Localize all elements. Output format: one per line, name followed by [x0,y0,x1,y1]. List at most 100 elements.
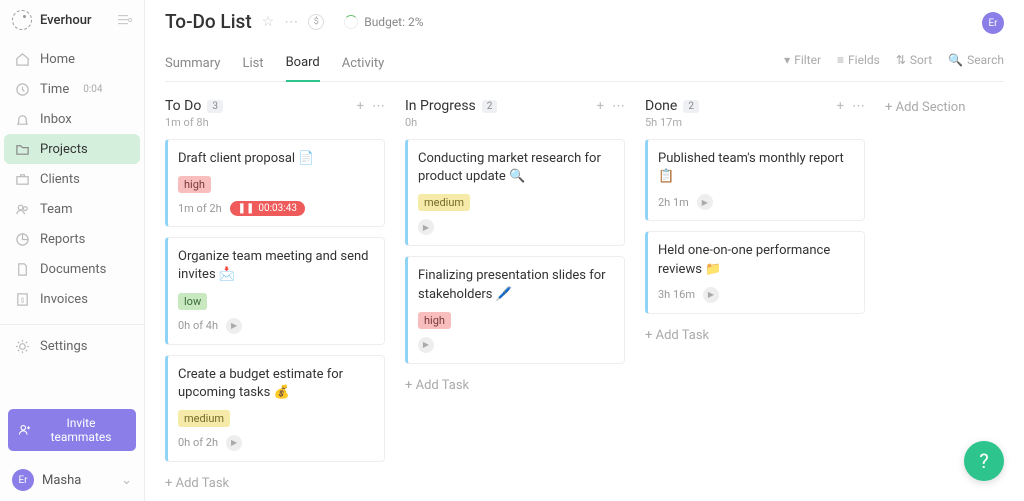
board: To Do 3 + ⋯ 1m of 8h Draft client propos… [145,82,1024,501]
sidebar-item-home[interactable]: Home [0,44,144,74]
play-icon[interactable]: ▶ [226,318,242,334]
add-task-button[interactable]: + Add Task [165,472,385,495]
nav-label: Time [40,82,69,97]
home-icon [14,51,30,67]
user-plus-icon [18,424,30,436]
card-title: Conducting market research for product u… [418,150,614,186]
add-task-button[interactable]: + Add Task [645,324,865,347]
task-card[interactable]: Organize team meeting and send invites 📩… [165,237,385,344]
task-card[interactable]: Create a budget estimate for upcoming ta… [165,355,385,462]
column-in-progress: In Progress 2 + ⋯ 0h Conducting market r… [405,98,625,397]
folder-icon [14,141,30,157]
play-icon[interactable]: ▶ [418,219,434,235]
nav-label: Settings [40,339,87,354]
column-done: Done 2 + ⋯ 5h 17m Published team's month… [645,98,865,347]
tab-board[interactable]: Board [286,47,320,82]
sidebar-item-documents[interactable]: Documents [0,254,144,284]
task-card[interactable]: Held one-on-one performance reviews 📁 3h… [645,231,865,313]
task-card[interactable]: Conducting market research for product u… [405,139,625,246]
brand-name: Everhour [40,13,110,28]
sort-icon: ⇅ [896,53,906,67]
column-more-icon[interactable]: ⋯ [612,99,625,114]
tab-list[interactable]: List [242,48,263,81]
sidebar-item-inbox[interactable]: Inbox [0,104,144,134]
time-meta: 0h of 2h [178,436,218,449]
star-icon[interactable]: ☆ [262,14,275,30]
play-icon[interactable]: ▶ [703,287,719,303]
add-section-button[interactable]: + Add Section [885,100,965,115]
search-icon: 🔍 [948,53,963,67]
briefcase-icon [14,171,30,187]
invite-label: Invite teammates [36,416,126,444]
collapse-icon[interactable] [118,14,132,26]
column-more-icon[interactable]: ⋯ [372,99,385,114]
nav-label: Reports [40,232,85,247]
time-meta: 0h of 4h [178,319,218,332]
fields-button[interactable]: ≡Fields [837,53,880,67]
column-subtitle: 0h [405,116,625,129]
column-more-icon[interactable]: ⋯ [852,99,865,114]
sidebar-item-clients[interactable]: Clients [0,164,144,194]
sidebar-item-projects[interactable]: Projects [4,134,140,164]
card-title: Published team's monthly report 📋 [658,150,854,186]
invite-teammates-button[interactable]: Invite teammates [8,409,136,451]
clock-icon [14,81,30,97]
add-card-icon[interactable]: + [837,99,844,114]
running-timer[interactable]: ❚❚ 00:03:43 [230,201,305,216]
user-name: Masha [42,473,81,488]
column-title: In Progress [405,98,476,114]
task-card[interactable]: Published team's monthly report 📋 2h 1m … [645,139,865,221]
play-icon[interactable]: ▶ [226,435,242,451]
sidebar-item-settings[interactable]: Settings [0,331,144,361]
help-fab[interactable]: ? [964,441,1004,481]
more-icon[interactable]: ⋯ [284,14,298,30]
add-task-button[interactable]: + Add Task [405,374,625,397]
budget-indicator[interactable]: Budget: 2% [344,15,423,29]
dollar-badge-icon[interactable]: $ [308,14,324,30]
filter-button[interactable]: ▾Filter [784,53,821,67]
priority-tag: medium [178,410,230,427]
avatar: Er [12,469,34,491]
user-menu[interactable]: Er Masha ⌄ [0,459,144,501]
document-icon [14,261,30,277]
header-avatar[interactable]: Er [982,12,1004,34]
count-badge: 2 [683,100,699,113]
column-title: To Do [165,98,201,114]
search-button[interactable]: 🔍Search [948,53,1004,67]
fields-icon: ≡ [837,53,844,67]
budget-label: Budget: 2% [364,15,423,29]
add-card-icon[interactable]: + [357,99,364,114]
time-badge: 0:04 [83,84,102,95]
tab-activity[interactable]: Activity [342,48,385,81]
tab-summary[interactable]: Summary [165,48,220,81]
sidebar-item-time[interactable]: Time 0:04 [0,74,144,104]
column-title: Done [645,98,677,114]
team-icon [14,201,30,217]
sidebar-item-invoices[interactable]: $ Invoices [0,284,144,314]
priority-tag: medium [418,194,470,211]
progress-arc-icon [344,15,358,29]
nav-label: Home [40,52,75,67]
task-card[interactable]: Draft client proposal 📄 high 1m of 2h ❚❚… [165,139,385,227]
tabs: Summary List Board Activity ▾Filter ≡Fie… [165,47,1004,82]
bell-icon [14,111,30,127]
nav-label: Documents [40,262,106,277]
card-title: Finalizing presentation slides for stake… [418,267,614,303]
column-subtitle: 1m of 8h [165,116,385,129]
sort-button[interactable]: ⇅Sort [896,53,932,67]
nav: Home Time 0:04 Inbox Projects Clients Te… [0,40,144,318]
chart-icon [14,231,30,247]
play-icon[interactable]: ▶ [697,194,713,210]
add-card-icon[interactable]: + [597,99,604,114]
sidebar-item-reports[interactable]: Reports [0,224,144,254]
pause-icon: ❚❚ [238,203,255,214]
count-badge: 3 [207,100,223,113]
page-title: To-Do List [165,10,252,33]
nav-label: Projects [40,142,88,157]
task-card[interactable]: Finalizing presentation slides for stake… [405,256,625,363]
card-title: Held one-on-one performance reviews 📁 [658,242,854,278]
play-icon[interactable]: ▶ [418,337,434,353]
priority-tag: low [178,293,207,310]
nav-label: Invoices [40,292,88,307]
sidebar-item-team[interactable]: Team [0,194,144,224]
